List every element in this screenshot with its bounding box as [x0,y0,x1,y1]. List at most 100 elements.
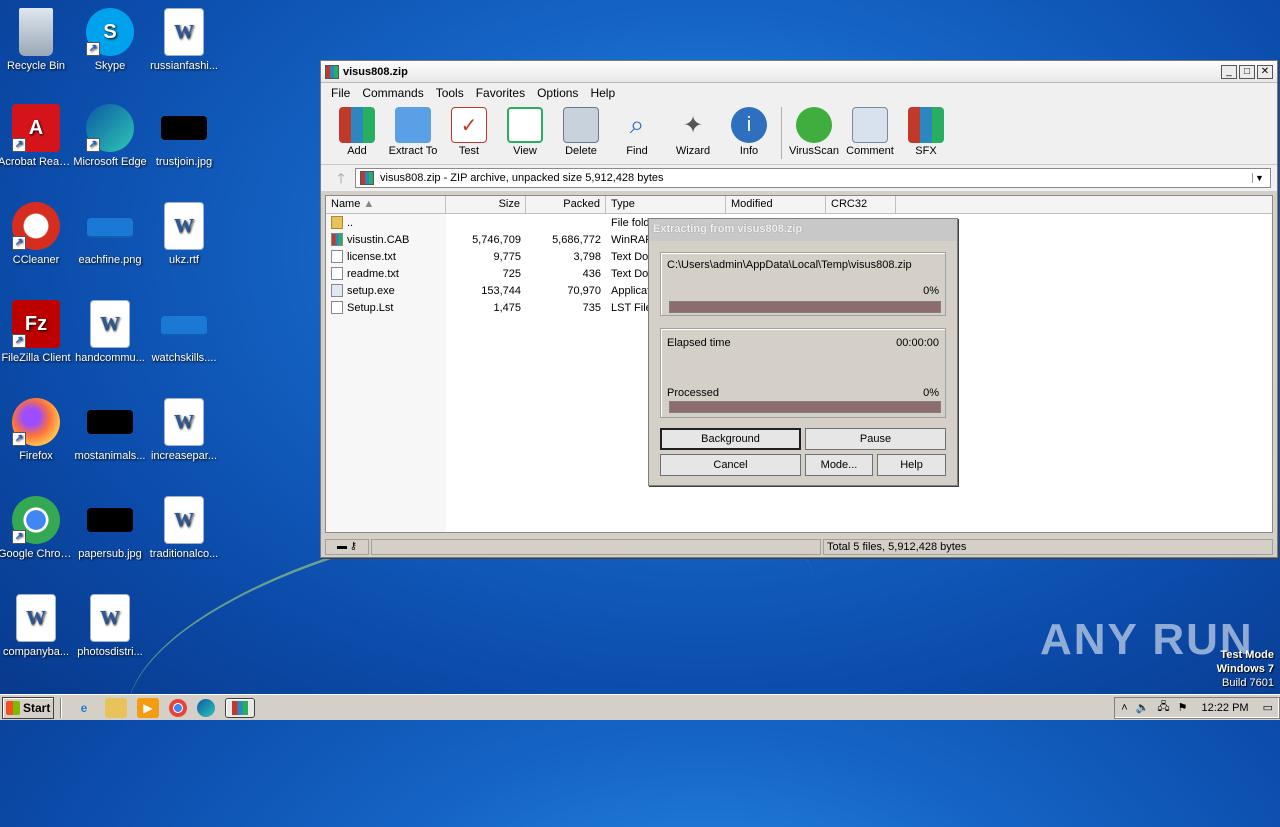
menu-favorites[interactable]: Favorites [470,86,531,100]
comment-icon [852,107,888,143]
edge-taskbar-icon[interactable] [197,698,215,717]
desktop-icon[interactable]: watchskills.... [146,300,222,365]
desktop-icon[interactable]: Wrussianfashi... [146,8,222,73]
add-button[interactable]: Add [329,107,385,157]
menu-file[interactable]: File [325,86,356,100]
file-packed-cell: 70,970 [567,284,601,297]
menu-help[interactable]: Help [584,86,621,100]
desktop-icon[interactable]: Recycle Bin [0,8,74,73]
desktop-icon[interactable]: Fz ↗ FileZilla Client [0,300,74,365]
file-size-cell: 9,775 [493,250,521,263]
extract-to-button[interactable]: Extract To [385,107,441,157]
test-icon: ✓ [451,107,487,143]
chevron-down-icon[interactable]: ▼ [1252,173,1266,183]
desktop-icon[interactable]: Wcompanyba... [0,594,74,659]
desktop-icon[interactable]: Wincreasepar... [146,398,222,463]
volume-icon[interactable]: 🔈 [1136,701,1150,714]
virusscan-button[interactable]: VirusScan [786,107,842,157]
window-titlebar[interactable]: visus808.zip _ □ ✕ [321,61,1277,83]
clock[interactable]: 12:22 PM [1202,702,1249,714]
column-crc32[interactable]: CRC32 [826,196,896,213]
explorer-icon[interactable] [105,697,127,718]
sfx-button[interactable]: SFX [898,107,954,157]
desktop-icon[interactable]: ↗ CCleaner [0,202,74,267]
wizard-button[interactable]: ✦ Wizard [665,107,721,158]
desktop-icon[interactable]: Wphotosdistri... [72,594,148,659]
find-button[interactable]: ⌕ Find [609,107,665,157]
desktop-icon[interactable]: papersub.jpg [72,496,148,561]
start-button[interactable]: Start [2,696,54,719]
help-button[interactable]: Help [877,454,946,476]
add-icon [339,107,375,143]
desktop-icon-label: traditionalco... [149,548,219,560]
ie-icon[interactable]: e [73,698,95,718]
desktop-icon-label: Acrobat Reader DC [0,156,74,168]
desktop-icon[interactable]: Wtraditionalco... [146,496,222,561]
image-file-icon [161,116,207,140]
cancel-button[interactable]: Cancel [660,454,801,476]
close-button[interactable]: ✕ [1257,64,1273,79]
path-dropdown[interactable]: visus808.zip - ZIP archive, unpacked siz… [355,168,1271,188]
image-file-icon [161,316,207,336]
desktop-icon[interactable]: ↗ Firefox [0,398,74,463]
elapsed-label: Elapsed time [667,337,731,349]
desktop-icon-label: Google Chrome [0,548,74,560]
column-size[interactable]: Size [446,196,526,213]
column-name[interactable]: Name ▲ [326,196,446,213]
desktop-icon-label: watchskills.... [151,352,217,364]
desktop-icon-label: FileZilla Client [1,352,71,364]
menu-tools[interactable]: Tools [430,86,470,100]
show-desktop-icon[interactable]: ▭ [1263,701,1273,714]
column-modified[interactable]: Modified [726,196,826,213]
maximize-button[interactable]: □ [1239,64,1255,79]
skype-icon: S ↗ [86,8,134,56]
dialog-title[interactable]: Extracting from visus808.zip [649,219,957,241]
desktop-icon[interactable]: trustjoin.jpg [146,104,222,169]
file-progress-bar [669,301,941,313]
image-file-icon [87,508,133,532]
status-bar: ▬ ⚷ Total 5 files, 5,912,428 bytes [325,538,1273,556]
desktop-icon[interactable]: S ↗ Skype [72,8,148,73]
menu-commands[interactable]: Commands [356,86,429,100]
desktop-icon[interactable]: Wukz.rtf [146,202,222,267]
desktop-icon-label: Recycle Bin [6,60,66,72]
up-folder-button[interactable]: 🡑 [327,168,355,188]
comment-button[interactable]: Comment [842,107,898,157]
file-percent: 0% [923,285,939,297]
acrobat-reader-icon: A ↗ [12,104,60,152]
file-cab-icon [331,233,343,246]
show-hidden-icons-icon[interactable]: ˄ [1121,702,1127,714]
network-icon[interactable]: 🖧 [1157,698,1169,717]
desktop-icon[interactable]: ↗ Microsoft Edge [72,104,148,169]
column-packed[interactable]: Packed [526,196,606,213]
column-type[interactable]: Type [606,196,726,213]
file-progress-group: C:\Users\admin\AppData\Local\Temp\visus8… [660,252,946,316]
status-total: Total 5 files, 5,912,428 bytes [823,539,1273,555]
word-document-icon: W [164,8,204,56]
test-mode-line2: Windows 7 [1216,663,1274,675]
pause-button[interactable]: Pause [805,428,946,450]
mode-button[interactable]: Mode... [805,454,873,476]
shortcut-arrow-icon: ↗ [12,530,26,544]
file-txt-icon [331,250,343,263]
minimize-button[interactable]: _ [1221,64,1237,79]
winrar-taskbar-button[interactable] [225,697,255,718]
desktop-icon[interactable]: A↗ Acrobat Reader DC [0,104,74,169]
delete-button[interactable]: Delete [553,107,609,157]
media-player-icon[interactable]: ▶ [137,697,159,718]
menu-options[interactable]: Options [531,86,584,100]
info-button[interactable]: i Info [721,107,777,157]
desktop-icon[interactable]: Whandcommu... [72,300,148,365]
desktop-icon[interactable]: ↗ Google Chrome [0,496,74,561]
view-button[interactable]: View [497,107,553,157]
desktop-icon-label: trustjoin.jpg [155,156,213,168]
file-name-cell: visustin.CAB [326,233,446,246]
desktop-icon[interactable]: eachfine.png [72,202,148,267]
chrome-taskbar-icon[interactable] [169,698,187,717]
shortcut-arrow-icon: ↗ [12,334,26,348]
test-button[interactable]: ✓ Test [441,107,497,157]
flag-notification-icon[interactable]: ⚑ [1178,701,1188,714]
drive-key-icon[interactable]: ▬ ⚷ [325,539,369,555]
background-button[interactable]: Background [660,428,801,450]
desktop-icon[interactable]: mostanimals... [72,398,148,463]
